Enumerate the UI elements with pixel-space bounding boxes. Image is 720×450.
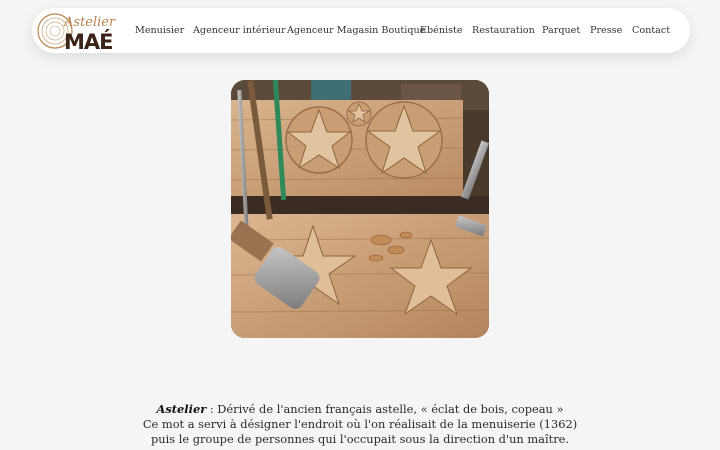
hero-image xyxy=(231,80,489,338)
logo-name-text: MAÉ xyxy=(64,29,113,52)
top-navbar: Astelier MAÉ Menuisier Agenceur intérieu… xyxy=(32,8,690,54)
logo[interactable]: Astelier MAÉ xyxy=(36,10,116,54)
wood-carving-photo-icon xyxy=(231,80,489,338)
nav-presse[interactable]: Presse xyxy=(590,8,622,53)
definition-line-2: Ce mot a servi à désigner l'endroit où l… xyxy=(142,417,578,431)
nav-contact[interactable]: Contact xyxy=(632,8,670,53)
nav-agenceur-interieur[interactable]: Agenceur intérieur xyxy=(193,8,286,53)
definition-text: Astelier : Dérivé de l'ancien français a… xyxy=(60,402,660,447)
definition-term: Astelier xyxy=(156,402,207,416)
logo-script-text: Astelier xyxy=(63,15,116,30)
nav-restauration[interactable]: Restauration xyxy=(472,8,535,53)
definition-line-3: puis le groupe de personnes qui l'occupa… xyxy=(150,432,569,446)
definition-line-1-text: : Dérivé de l'ancien français astelle, «… xyxy=(206,402,564,416)
definition-line-1: Astelier : Dérivé de l'ancien français a… xyxy=(60,402,660,417)
logo-mark-icon: Astelier MAÉ xyxy=(37,13,116,54)
nav-ebeniste[interactable]: Ebéniste xyxy=(420,8,463,53)
nav-menuisier[interactable]: Menuisier xyxy=(135,8,184,53)
nav-parquet[interactable]: Parquet xyxy=(542,8,580,53)
nav-agenceur-magasin[interactable]: Agenceur Magasin Boutique xyxy=(287,8,425,53)
